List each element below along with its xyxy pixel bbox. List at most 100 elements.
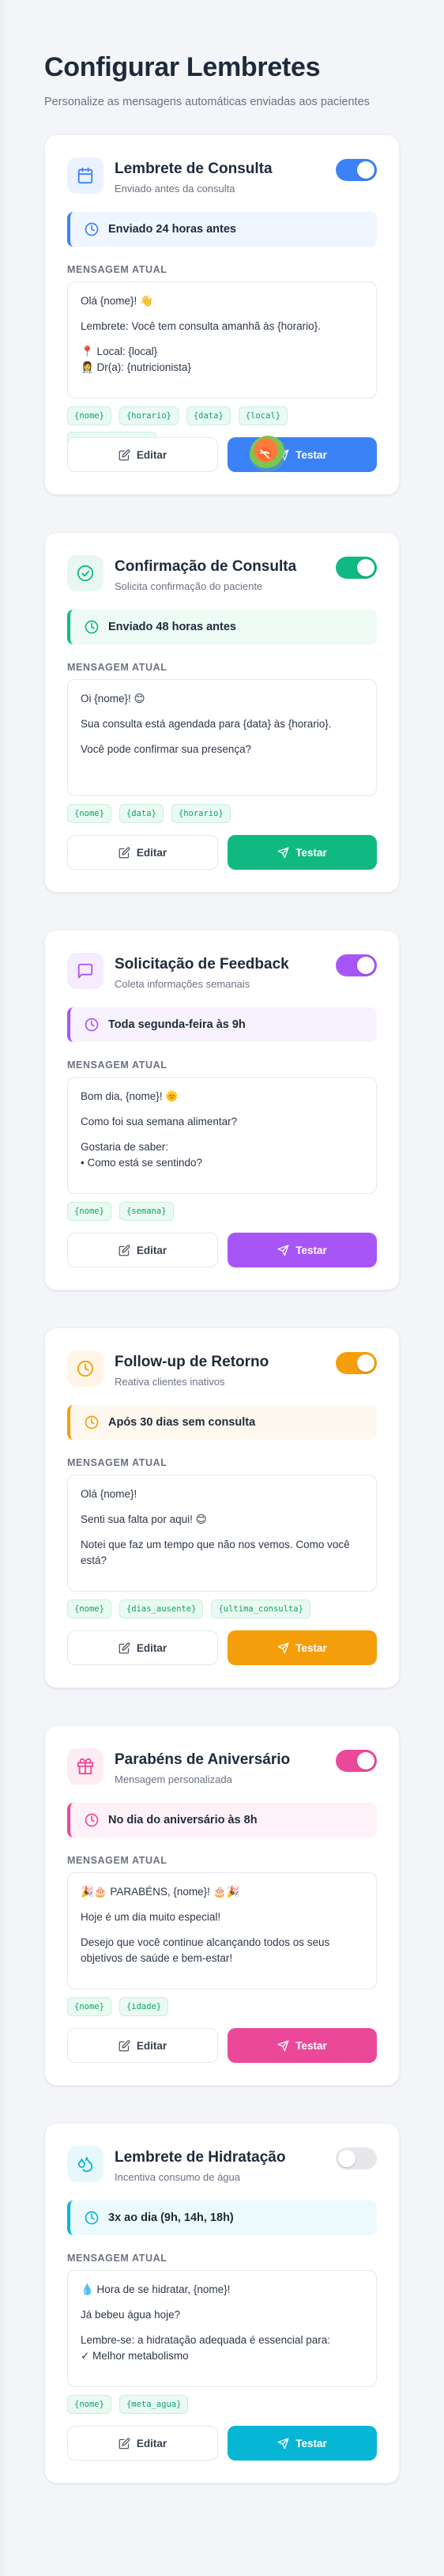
- edit-button-label: Editar: [136, 1244, 167, 1256]
- enable-toggle[interactable]: [336, 1352, 377, 1374]
- test-button-label: Testar: [295, 846, 327, 859]
- test-button-label: Testar: [295, 1244, 327, 1256]
- variable-tag[interactable]: {nome}: [67, 406, 111, 425]
- message-line: Oi {nome}! 😊: [81, 693, 145, 704]
- variable-tag[interactable]: {data}: [119, 804, 164, 823]
- message-line: Como foi sua semana alimentar?: [81, 1116, 238, 1127]
- schedule-banner: Enviado 24 horas antes: [67, 212, 377, 247]
- test-button-label: Testar: [295, 2039, 327, 2052]
- card-subtitle: Solicita confirmação do paciente: [115, 580, 263, 592]
- edit-button[interactable]: Editar: [67, 2426, 218, 2461]
- test-button[interactable]: Testar: [228, 1630, 377, 1665]
- message-line: Senti sua falta por aqui! 😊: [81, 1513, 207, 1525]
- clock-icon: [85, 1018, 99, 1032]
- card-title: Follow-up de Retorno: [115, 1354, 269, 1370]
- message-line: Desejo que você continue alcançando todo…: [81, 1936, 330, 1964]
- variable-tag[interactable]: {nome}: [67, 1600, 111, 1618]
- card-title: Solicitação de Feedback: [115, 956, 289, 973]
- card-title-group: Lembrete de Hidratação Incentiva consumo…: [115, 2146, 336, 2183]
- edit-button[interactable]: Editar: [67, 2028, 218, 2063]
- reminder-card: Parabéns de Aniversário Mensagem persona…: [44, 1725, 400, 2086]
- message-line: Bom dia, {nome}! 🌞: [81, 1090, 179, 1102]
- clock-icon: [67, 1350, 103, 1387]
- variable-tag[interactable]: {idade}: [119, 1997, 169, 2016]
- reminder-card: Solicitação de Feedback Coleta informaçõ…: [44, 930, 400, 1290]
- card-title-group: Lembrete de Consulta Enviado antes da co…: [115, 157, 336, 195]
- schedule-banner: Enviado 48 horas antes: [67, 610, 377, 644]
- card-title: Lembrete de Consulta: [115, 161, 273, 177]
- card-subtitle: Coleta informações semanais: [115, 978, 250, 990]
- variable-tag[interactable]: {local}: [238, 406, 288, 425]
- test-button-label: Testar: [295, 448, 327, 461]
- chat-icon: [67, 953, 103, 989]
- reminder-card: Lembrete de Hidratação Incentiva consumo…: [44, 2123, 400, 2483]
- enable-toggle[interactable]: [336, 557, 377, 579]
- edit-button[interactable]: Editar: [67, 1630, 218, 1665]
- variable-tag[interactable]: {nome}: [67, 2395, 111, 2414]
- test-button[interactable]: Testar: [228, 1233, 377, 1267]
- message-line: Você pode confirmar sua presença?: [81, 743, 252, 755]
- edit-button[interactable]: Editar: [67, 1233, 218, 1267]
- edit-button-label: Editar: [136, 1641, 167, 1654]
- enable-toggle[interactable]: [336, 159, 377, 181]
- variable-tag[interactable]: {meta_agua}: [119, 2395, 189, 2414]
- variable-tag[interactable]: {horario}: [171, 804, 231, 823]
- message-line: Olá {nome}! 👋: [81, 295, 153, 307]
- enable-toggle[interactable]: [336, 954, 377, 976]
- variable-tag[interactable]: {nome}: [67, 804, 111, 823]
- variable-tag[interactable]: {semana}: [119, 1202, 174, 1221]
- message-preview: Olá {nome}! 👋 Lembrete: Você tem consulta…: [67, 281, 377, 398]
- toggle-knob: [357, 559, 374, 576]
- message-line: Sua consulta está agendada para {data} à…: [81, 718, 332, 730]
- edit-icon: [119, 847, 130, 858]
- send-icon: [277, 2040, 289, 2051]
- card-actions: Editar Testar: [67, 436, 377, 472]
- variable-tag[interactable]: {horario}: [119, 406, 179, 425]
- test-button[interactable]: Testar: [228, 2426, 377, 2461]
- schedule-text: Enviado 48 horas antes: [108, 621, 236, 633]
- variable-tag[interactable]: {ultima_consulta}: [211, 1600, 310, 1618]
- schedule-text: Toda segunda-feira às 9h: [108, 1018, 246, 1031]
- card-subtitle: Mensagem personalizada: [115, 1773, 232, 1785]
- clock-icon: [85, 1813, 99, 1827]
- edit-icon: [119, 1642, 130, 1653]
- card-header: Follow-up de Retorno Reativa clientes in…: [67, 1350, 377, 1388]
- clock-icon: [85, 1415, 99, 1430]
- test-button[interactable]: Testar: [228, 2028, 377, 2063]
- card-header: Parabéns de Aniversário Mensagem persona…: [67, 1748, 377, 1785]
- card-subtitle: Reativa clientes inativos: [115, 1376, 225, 1388]
- variable-tag[interactable]: {nome}: [67, 1202, 111, 1221]
- schedule-banner: Após 30 dias sem consulta: [67, 1405, 377, 1440]
- variable-tag[interactable]: {nome}: [67, 1997, 111, 2016]
- edit-button-label: Editar: [136, 2039, 167, 2052]
- card-header: Solicitação de Feedback Coleta informaçõ…: [67, 953, 377, 990]
- clock-icon: [85, 222, 99, 236]
- check-circle-icon: [67, 555, 103, 591]
- schedule-banner: No dia do aniversário às 8h: [67, 1803, 377, 1838]
- test-button[interactable]: Testar: [228, 835, 377, 870]
- message-line: Notei que faz um tempo que não nos vemos…: [81, 1539, 350, 1566]
- send-icon: [277, 1245, 289, 1256]
- edit-button[interactable]: Editar: [67, 437, 218, 472]
- test-button[interactable]: Testar: [228, 436, 377, 472]
- card-header: Lembrete de Consulta Enviado antes da co…: [67, 157, 377, 195]
- enable-toggle[interactable]: [336, 2147, 377, 2170]
- variable-tag[interactable]: {dias_ausente}: [119, 1600, 204, 1618]
- page-header: Configurar Lembretes Personalize as mens…: [0, 0, 444, 108]
- edit-icon: [119, 2040, 130, 2051]
- edit-icon: [119, 449, 130, 460]
- card-actions: Editar Testar: [67, 1233, 377, 1267]
- edit-button-label: Editar: [136, 448, 167, 461]
- edit-button[interactable]: Editar: [67, 835, 218, 870]
- schedule-text: No dia do aniversário às 8h: [108, 1814, 258, 1826]
- current-message-label: MENSAGEM ATUAL: [67, 2253, 167, 2264]
- reminder-card: Confirmação de Consulta Solicita confirm…: [44, 532, 400, 893]
- enable-toggle[interactable]: [336, 1750, 377, 1772]
- variable-tag[interactable]: {data}: [186, 406, 231, 425]
- reminder-card: Follow-up de Retorno Reativa clientes in…: [44, 1328, 400, 1688]
- card-title-group: Parabéns de Aniversário Mensagem persona…: [115, 1748, 336, 1785]
